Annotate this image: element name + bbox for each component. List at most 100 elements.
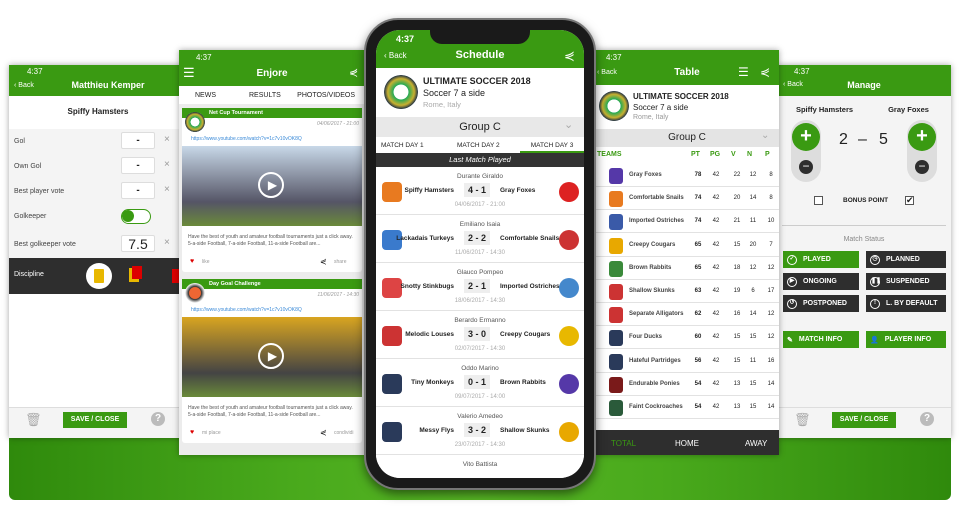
share-button[interactable]: condividi xyxy=(334,430,353,436)
clear-icon[interactable]: × xyxy=(164,184,170,195)
toggle-knob xyxy=(122,210,134,222)
standing-row[interactable]: Shallow Skunks 63 42 19 6 17 xyxy=(595,280,779,303)
tab-photos-videos[interactable]: PHOTOS/VIDEOS xyxy=(297,92,355,99)
tab-match-day-1[interactable]: MATCH DAY 1 xyxy=(381,142,424,149)
player-info-button[interactable]: 👤 PLAYER INFO xyxy=(866,331,946,348)
standing-row[interactable]: Imported Ostriches 74 42 21 11 10 xyxy=(595,210,779,234)
tab-home[interactable]: HOME xyxy=(675,439,699,448)
standing-row[interactable]: Creepy Cougars 65 42 15 20 7 xyxy=(595,233,779,257)
heart-icon[interactable]: ♥ xyxy=(190,429,194,436)
stat-p: 7 xyxy=(769,241,773,248)
clear-icon[interactable]: × xyxy=(164,159,170,170)
match-info-label: MATCH INFO xyxy=(798,336,843,343)
match-row[interactable]: Vito Battista xyxy=(376,455,584,478)
field-value-input[interactable]: - xyxy=(121,157,155,174)
field-value-input[interactable]: 7.5 xyxy=(121,235,155,252)
standing-row[interactable]: Four Ducks 60 42 15 15 12 xyxy=(595,326,779,350)
save-close-button[interactable]: SAVE / CLOSE xyxy=(832,412,896,428)
stat-p: 17 xyxy=(767,288,775,294)
status-button-postponed[interactable]: ↺ POSTPONED xyxy=(783,295,859,312)
yellow-card-button[interactable] xyxy=(86,263,112,289)
trash-icon[interactable]: 🗑 xyxy=(25,412,42,428)
standing-row[interactable]: Endurable Ponies 54 42 13 15 14 xyxy=(595,372,779,396)
double-yellow-card-icon[interactable] xyxy=(129,266,142,282)
standing-row[interactable]: Faint Cockroaches 54 42 13 15 14 xyxy=(595,396,779,419)
help-button[interactable]: ? xyxy=(920,412,934,426)
match-row[interactable]: Durante Giraldo Spiffy Hamsters 4 - 1 Gray … xyxy=(376,167,584,215)
play-icon[interactable]: ▶ xyxy=(258,172,284,198)
match-row[interactable]: Emiliano Isaia Lackadais Turkeys 2 - 2 Comf… xyxy=(376,215,584,263)
field-label: Own Gol xyxy=(14,163,42,170)
tab-news[interactable]: NEWS xyxy=(195,92,216,99)
away-team-name: Comfortable Snails xyxy=(500,235,560,242)
tab-total[interactable]: TOTAL xyxy=(611,439,636,448)
group-selector[interactable]: Group C ⌄ xyxy=(376,117,584,137)
home-team-logo xyxy=(382,326,402,346)
list-icon[interactable]: ☰ xyxy=(738,65,749,79)
post-video-thumbnail[interactable]: ▶ xyxy=(182,146,362,226)
share-icon[interactable]: ⋞ xyxy=(320,257,327,266)
match-date: 18/06/2017 - 14:30 xyxy=(454,298,506,304)
match-row[interactable]: Berardo Ermanno Melodic Louses 3 - 0 Creepy… xyxy=(376,311,584,359)
home-plus-button[interactable]: + xyxy=(792,123,820,151)
tournament-format: Soccer 7 a side xyxy=(423,88,486,98)
trash-icon[interactable]: 🗑 xyxy=(794,412,811,428)
share-icon[interactable]: ⋞ xyxy=(320,428,327,437)
like-button[interactable]: like xyxy=(202,259,210,265)
match-row[interactable]: Valerio Amedeo Messy Flys 3 - 2 Shallow Sku… xyxy=(376,407,584,455)
tab-match-day-2[interactable]: MATCH DAY 2 xyxy=(457,142,500,149)
away-bonus-checkbox[interactable]: ✔ xyxy=(905,196,914,205)
tab-match-day-3[interactable]: MATCH DAY 3 xyxy=(520,142,584,153)
status-button-ongoing[interactable]: ▶ ONGOING xyxy=(783,273,859,290)
tab-results[interactable]: RESULTS xyxy=(249,92,281,99)
stat-v: 13 xyxy=(733,380,741,387)
match-row[interactable]: Glauco Pompeo Snotty Stinkbugs 2 - 1 Import… xyxy=(376,263,584,311)
stat-pt: 65 xyxy=(694,264,702,271)
field-value-input[interactable]: - xyxy=(121,182,155,199)
status-button-played[interactable]: ✓ PLAYED xyxy=(783,251,859,268)
help-button[interactable]: ? xyxy=(151,412,165,426)
stat-n: 12 xyxy=(749,264,757,271)
share-icon[interactable]: ⋞ xyxy=(564,48,575,64)
save-close-button[interactable]: SAVE / CLOSE xyxy=(63,412,127,428)
match-info-button[interactable]: ✎ MATCH INFO xyxy=(783,331,859,348)
team-name: Four Ducks xyxy=(629,334,663,341)
standing-row[interactable]: Comfortable Snails 74 42 20 14 8 xyxy=(595,187,779,211)
post-link[interactable]: https://www.youtube.com/watch?v=1c7v10vO… xyxy=(191,307,302,313)
standing-row[interactable]: Brown Rabbits 65 42 18 12 12 xyxy=(595,256,779,280)
stat-pg: 42 xyxy=(712,172,720,178)
status-time: 4:37 xyxy=(396,34,415,44)
share-button[interactable]: share xyxy=(334,259,347,265)
away-plus-button[interactable]: + xyxy=(908,123,936,151)
field-value-input[interactable]: - xyxy=(121,132,155,149)
group-selector[interactable]: Group C ⌄ xyxy=(595,129,779,147)
status-button-l-by-default[interactable]: ! L. BY DEFAULT xyxy=(866,295,946,312)
status-button-planned[interactable]: ◷ PLANNED xyxy=(866,251,946,268)
stat-v: 18 xyxy=(733,264,741,271)
standing-row[interactable]: Gray Foxes 78 42 22 12 8 xyxy=(595,164,779,187)
post-video-thumbnail[interactable]: ▶ xyxy=(182,317,362,397)
like-button[interactable]: mi place xyxy=(202,430,221,436)
stat-pg: 42 xyxy=(712,264,720,271)
clear-icon[interactable]: × xyxy=(164,237,170,248)
stat-v: 15 xyxy=(733,241,741,248)
play-icon[interactable]: ▶ xyxy=(258,343,284,369)
home-bonus-checkbox[interactable] xyxy=(814,196,823,205)
status-button-suspended[interactable]: ❚❚ SUSPENDED xyxy=(866,273,946,290)
heart-icon[interactable]: ♥ xyxy=(190,258,194,265)
standing-row[interactable]: Hateful Partridges 56 42 15 11 16 xyxy=(595,349,779,373)
stat-v: 13 xyxy=(733,404,741,410)
tab-away[interactable]: AWAY xyxy=(745,439,767,448)
match-row[interactable]: Oddo Marino Tiny Monkeys 0 - 1 Brown Rabbit… xyxy=(376,359,584,407)
tournament-name: ULTIMATE SOCCER 2018 xyxy=(633,92,729,101)
header: 4:37 ‹ Back Schedule ⋞ xyxy=(376,30,584,68)
share-icon[interactable]: ⋞ xyxy=(349,66,358,79)
standing-row[interactable]: Separate Alligators 62 42 16 14 12 xyxy=(595,303,779,327)
post-link[interactable]: https://www.youtube.com/watch?v=1c7v10vO… xyxy=(191,136,302,142)
home-minus-button[interactable]: − xyxy=(799,160,813,174)
away-minus-button[interactable]: − xyxy=(915,160,929,174)
home-team-name: Messy Flys xyxy=(419,427,454,434)
share-icon[interactable]: ⋞ xyxy=(760,65,770,79)
goalkeeper-toggle[interactable] xyxy=(121,209,151,224)
clear-icon[interactable]: × xyxy=(164,134,170,145)
